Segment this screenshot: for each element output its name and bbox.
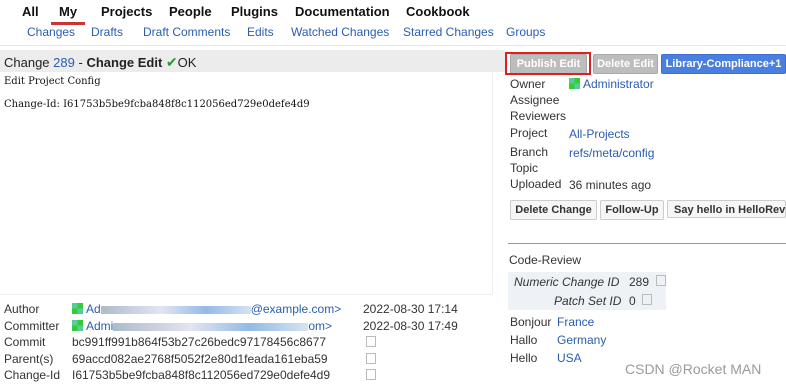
highlight-box: [505, 52, 591, 75]
parent-hash: 69accd082ae2768f5052f2e80d1feada161eba59: [72, 352, 328, 366]
check-icon: ✔: [165, 54, 178, 70]
subnav-starred-changes[interactable]: Starred Changes: [403, 25, 494, 39]
nav-cookbook[interactable]: Cookbook: [406, 4, 470, 19]
subnav-drafts[interactable]: Drafts: [91, 25, 123, 39]
commit-message-line1: Edit Project Config: [4, 76, 101, 87]
nav-plugins[interactable]: Plugins: [231, 4, 278, 19]
user-avatar-icon: [569, 78, 580, 89]
subnav-edits[interactable]: Edits: [247, 25, 274, 39]
committer-value[interactable]: Admi om>: [72, 319, 332, 333]
nav-divider: [0, 45, 786, 46]
follow-up-button[interactable]: Follow-Up: [600, 200, 664, 220]
subnav-draft-comments[interactable]: Draft Comments: [143, 25, 230, 39]
change-title: Change Edit: [86, 55, 163, 70]
say-hello-button[interactable]: Say hello in HelloRevis: [667, 200, 786, 218]
nav-people[interactable]: People: [169, 4, 212, 19]
branch-link[interactable]: refs/meta/config: [569, 146, 654, 160]
change-status: OK: [177, 55, 197, 70]
owner-link[interactable]: Administrator: [583, 77, 654, 91]
watermark: CSDN @Rocket MAN: [625, 361, 762, 377]
parents-label: Parent(s): [4, 352, 54, 366]
delete-change-button[interactable]: Delete Change: [510, 200, 597, 220]
topic-label: Topic: [510, 161, 539, 175]
owner-value[interactable]: Administrator: [569, 77, 654, 91]
nav-documentation[interactable]: Documentation: [295, 4, 390, 19]
reviewers-label: Reviewers: [510, 109, 567, 123]
greeting-value-2[interactable]: Germany: [557, 333, 606, 347]
project-link[interactable]: All-Projects: [569, 127, 630, 141]
branch-label: Branch: [510, 145, 549, 159]
copy-icon[interactable]: [366, 353, 376, 364]
author-name[interactable]: Ad: [86, 302, 101, 316]
subnav-watched-changes[interactable]: Watched Changes: [291, 25, 389, 39]
author-email[interactable]: @example.com>: [251, 302, 342, 316]
author-value[interactable]: Ad @example.com>: [72, 302, 341, 316]
nav-projects[interactable]: Projects: [101, 4, 152, 19]
nav-my[interactable]: My: [51, 4, 86, 25]
owner-label: Owner: [510, 77, 546, 91]
subnav-changes[interactable]: Changes: [27, 25, 75, 39]
greeting-value-1[interactable]: France: [557, 315, 594, 329]
user-avatar-icon: [72, 320, 83, 331]
greeting-label-3: Hello: [510, 351, 538, 365]
greeting-label-1: Bonjour: [510, 315, 552, 329]
copy-icon[interactable]: [366, 336, 376, 347]
greeting-label-2: Hallo: [510, 333, 538, 347]
delete-edit-button[interactable]: Delete Edit: [593, 54, 658, 74]
author-label: Author: [4, 302, 40, 316]
project-label: Project: [510, 126, 548, 140]
numeric-change-id-label: Numeric Change ID: [514, 275, 620, 289]
change-number-link[interactable]: 289: [53, 55, 75, 70]
change-header: Change 289 - Change Edit ✔OK: [4, 54, 196, 71]
code-review-title: Code-Review: [509, 253, 582, 267]
committer-email[interactable]: om>: [308, 319, 332, 333]
copy-icon[interactable]: [366, 369, 376, 380]
uploaded-value: 36 minutes ago: [569, 178, 652, 192]
library-compliance-button[interactable]: Library-Compliance+1: [661, 54, 786, 74]
nav-all[interactable]: All: [22, 4, 39, 19]
top-nav: All My Projects People Plugins Documenta…: [0, 0, 786, 25]
numeric-change-id-value: 289: [629, 275, 650, 289]
committer-name[interactable]: Admi: [86, 319, 113, 333]
patch-set-id-label: Patch Set ID: [554, 294, 622, 308]
patch-set-id-value: 0: [629, 294, 636, 308]
committer-label: Committer: [4, 319, 60, 333]
author-date: 2022-08-30 17:14: [363, 302, 458, 316]
committer-date: 2022-08-30 17:49: [363, 319, 458, 333]
assignee-label: Assignee: [510, 93, 560, 107]
user-avatar-icon: [72, 303, 83, 314]
header-separator: -: [74, 55, 87, 70]
redacted-text: [113, 322, 309, 331]
changeid-label: Change-Id: [4, 368, 61, 382]
commit-label: Commit: [4, 335, 46, 349]
redacted-text: [100, 305, 251, 314]
greeting-value-3[interactable]: USA: [557, 351, 582, 365]
subnav-groups[interactable]: Groups: [506, 25, 545, 39]
change-prefix: Change: [4, 55, 50, 70]
uploaded-label: Uploaded: [510, 177, 562, 191]
commit-message-changeid: Change-Id: I61753b5be9fcba848f8c112056ed…: [4, 99, 310, 110]
code-review-divider: [508, 243, 786, 244]
commit-hash: bc991ff991b864f53b27c26bedc97178456c8677: [72, 335, 327, 349]
copy-icon[interactable]: [656, 275, 666, 286]
copy-icon[interactable]: [642, 294, 652, 305]
changeid-value: I61753b5be9fcba848f8c112056ed729e0defe4d…: [72, 368, 331, 382]
